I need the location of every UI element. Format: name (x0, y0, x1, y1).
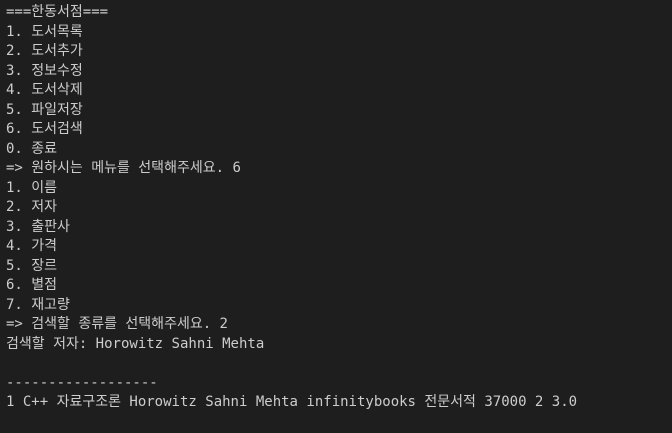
main-menu-item: 4. 도서삭제 (6, 82, 83, 98)
terminal-output[interactable]: ===한동서점=== 1. 도서목록 2. 도서추가 3. 정보수정 4. 도서… (0, 0, 672, 433)
search-menu-item: 6. 별점 (6, 277, 58, 293)
search-result-row: 1 C++ 자료구조론 Horowitz Sahni Mehta infinit… (6, 394, 578, 410)
main-menu-item: 1. 도서목록 (6, 23, 83, 40)
separator-line: ------------------ (6, 374, 158, 391)
search-menu-item: 1. 이름 (6, 179, 58, 196)
main-menu-item: 6. 도서검색 (6, 121, 83, 137)
main-menu-item: 0. 종료 (6, 140, 58, 157)
search-author-input-line: 검색할 저자: Horowitz Sahni Mehta (6, 335, 265, 352)
main-menu-item: 5. 파일저장 (6, 101, 83, 118)
search-menu-item: 7. 재고량 (6, 296, 70, 313)
main-menu-item: 3. 정보수정 (6, 62, 83, 79)
search-menu-item: 4. 가격 (6, 238, 58, 254)
search-menu-item: 3. 출판사 (6, 218, 70, 235)
main-menu-prompt: => 원하시는 메뉴를 선택해주세요. 6 (6, 160, 241, 176)
search-type-prompt: => 검색할 종류를 선택해주세요. 2 (6, 316, 228, 332)
search-menu-item: 2. 저자 (6, 199, 58, 215)
menu-header: ===한동서점=== (6, 4, 109, 20)
search-menu-item: 5. 장르 (6, 257, 58, 274)
main-menu-item: 2. 도서추가 (6, 43, 83, 59)
